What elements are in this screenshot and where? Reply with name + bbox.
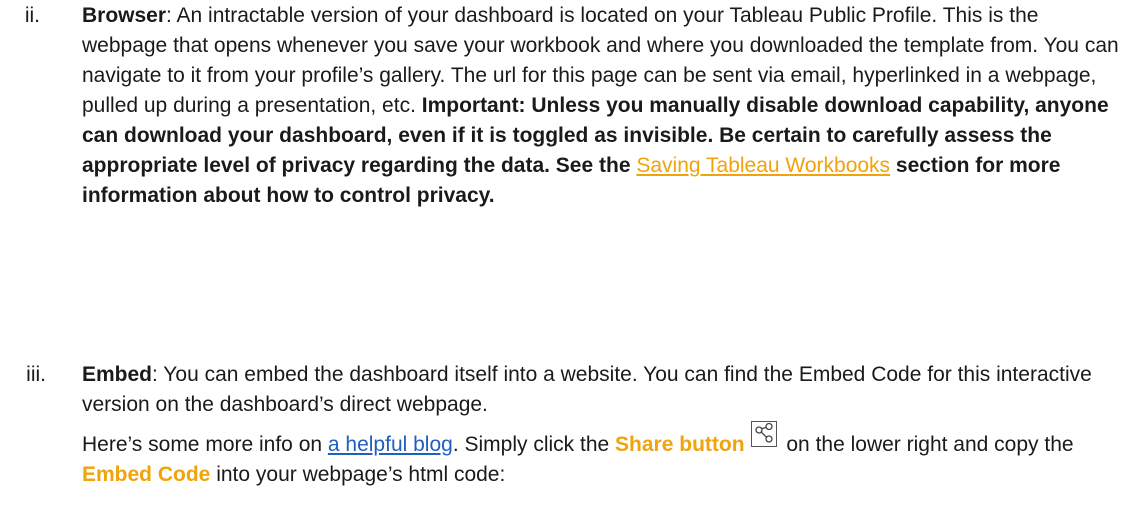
list-marker: ii. xyxy=(24,4,40,27)
instructions-after-icon: on the lower right and copy the xyxy=(780,433,1074,456)
embed-description: : You can embed the dashboard itself int… xyxy=(82,363,1092,416)
list-item-content: Browser: An intractable version of your … xyxy=(82,1,1122,211)
term-embed: Embed xyxy=(82,363,153,386)
list-item-content: Embed: You can embed the dashboard itsel… xyxy=(82,360,1122,490)
instructions-end: into your webpage’s html code: xyxy=(210,463,506,486)
instructions-mid: . Simply click the xyxy=(452,433,616,456)
term-browser: Browser xyxy=(82,4,167,27)
helpful-blog-link[interactable]: a helpful blog xyxy=(328,433,453,456)
paragraph-embed: Embed: You can embed the dashboard itsel… xyxy=(82,360,1122,420)
document-page: ii. Browser: An intractable version of y… xyxy=(0,0,1147,527)
share-button-label: Share button xyxy=(615,433,745,456)
share-icon xyxy=(750,421,777,447)
embed-code-label: Embed Code xyxy=(82,463,211,486)
paragraph-embed-instructions: Here’s some more info on a helpful blog.… xyxy=(82,421,1122,490)
list-marker: iii. xyxy=(26,363,46,386)
instructions-start: Here’s some more info on xyxy=(82,433,328,456)
paragraph-browser: Browser: An intractable version of your … xyxy=(82,1,1122,211)
saving-workbooks-link[interactable]: Saving Tableau Workbooks xyxy=(636,154,890,177)
